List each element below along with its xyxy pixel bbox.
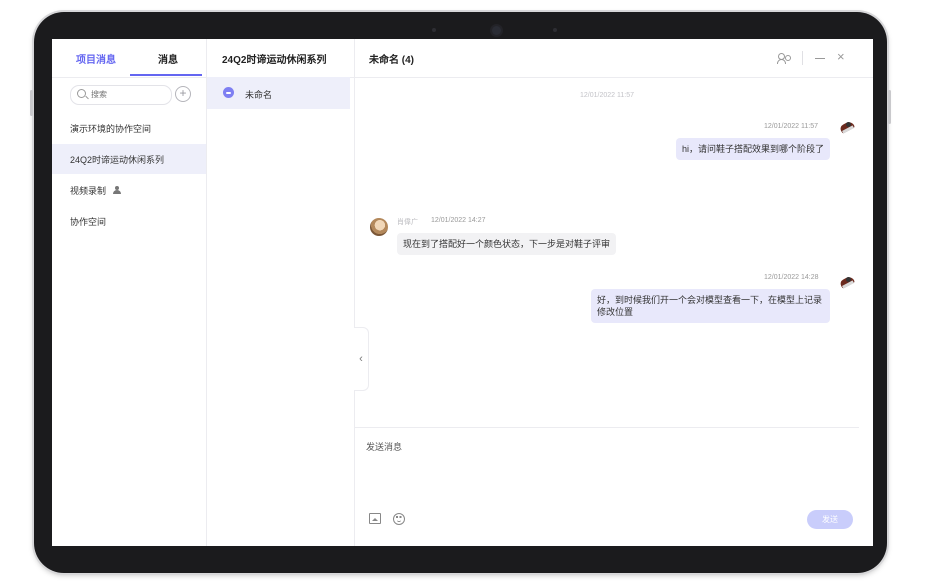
tab-messages[interactable]: 消息 <box>158 51 178 66</box>
message-bubble-me: hi，请问鞋子搭配效果到哪个阶段了 <box>675 138 830 160</box>
sidebar-item-video-recording[interactable]: 视频录制 <box>52 175 206 205</box>
avatar <box>838 119 856 137</box>
chat-list-item[interactable]: 未命名 <box>207 77 350 109</box>
center-timestamp: 12/01/2022 11:57 <box>580 92 634 99</box>
sidebar-item-demo-space[interactable]: 演示环境的协作空间 <box>52 113 206 143</box>
volume-button <box>30 90 33 116</box>
chat-title: 未命名 (4) <box>369 55 414 66</box>
sensor-dot <box>432 28 436 32</box>
message-list: 12/01/2022 11:57 12/01/2022 11:57 hi，请问鞋… <box>355 78 859 425</box>
header-divider <box>802 51 803 65</box>
tab-project-messages[interactable]: 项目消息 <box>76 51 116 66</box>
message-time: 12/01/2022 14:27 <box>431 217 486 224</box>
sidebar-item-label: 24Q2时谛运动休闲系列 <box>70 155 165 165</box>
composer-divider <box>355 427 859 428</box>
emoji-icon[interactable] <box>393 513 405 525</box>
send-button[interactable]: 发送 <box>807 510 853 529</box>
search-box <box>70 85 172 105</box>
image-icon[interactable] <box>369 513 381 524</box>
sidebar-tabs: 项目消息 消息 <box>52 39 206 78</box>
project-title: 24Q2时谛运动休闲系列 <box>222 55 327 66</box>
members-icon[interactable] <box>777 53 791 65</box>
sidebar-item-label: 协作空间 <box>70 217 107 227</box>
person-icon <box>113 186 121 194</box>
chat-name: 未命名 <box>245 90 273 100</box>
message-bubble-me: 好，到时候我们开一个会对模型查看一下，在模型上记录修改位置 <box>591 289 830 323</box>
sidebar-item-collab-space[interactable]: 协作空间 <box>52 206 206 236</box>
minimize-icon[interactable] <box>815 58 825 59</box>
avatar <box>838 274 856 292</box>
close-icon[interactable]: × <box>837 50 845 64</box>
search-icon <box>77 89 86 98</box>
chat-icon <box>223 87 234 98</box>
chat-panel: 未命名 (4) × 12/01/2022 11:57 12/01/2022 11… <box>355 39 873 546</box>
app-screen: 项目消息 消息 + 演示环境的协作空间 24Q2时谛运动休闲系列 视频录制 协作… <box>52 39 873 546</box>
camera-icon <box>492 26 501 35</box>
add-project-button[interactable]: + <box>175 86 191 102</box>
sidebar-item-label: 演示环境的协作空间 <box>70 124 152 134</box>
avatar <box>370 218 388 236</box>
sidebar-item-24q2-series[interactable]: 24Q2时谛运动休闲系列 <box>52 144 206 174</box>
chat-header: 未命名 (4) × <box>355 39 873 78</box>
power-button <box>888 90 891 124</box>
message-time: 12/01/2022 14:28 <box>764 274 819 281</box>
search-input[interactable] <box>91 88 165 101</box>
message-bubble-other: 现在到了搭配好一个颜色状态，下一步是对鞋子评审 <box>397 233 617 255</box>
message-input[interactable]: 发送消息 <box>366 440 402 453</box>
tab-underline <box>130 74 202 76</box>
sensor-dot <box>553 28 557 32</box>
sidebar-item-label: 视频录制 <box>70 186 107 196</box>
chat-list-header: 24Q2时谛运动休闲系列 <box>207 39 354 78</box>
chat-list-panel: 24Q2时谛运动休闲系列 未命名 ‹ <box>207 39 369 546</box>
project-sidebar: 项目消息 消息 + 演示环境的协作空间 24Q2时谛运动休闲系列 视频录制 协作… <box>52 39 207 546</box>
message-time: 12/01/2022 11:57 <box>764 123 818 130</box>
sender-name: 肖偉广 <box>397 219 418 226</box>
